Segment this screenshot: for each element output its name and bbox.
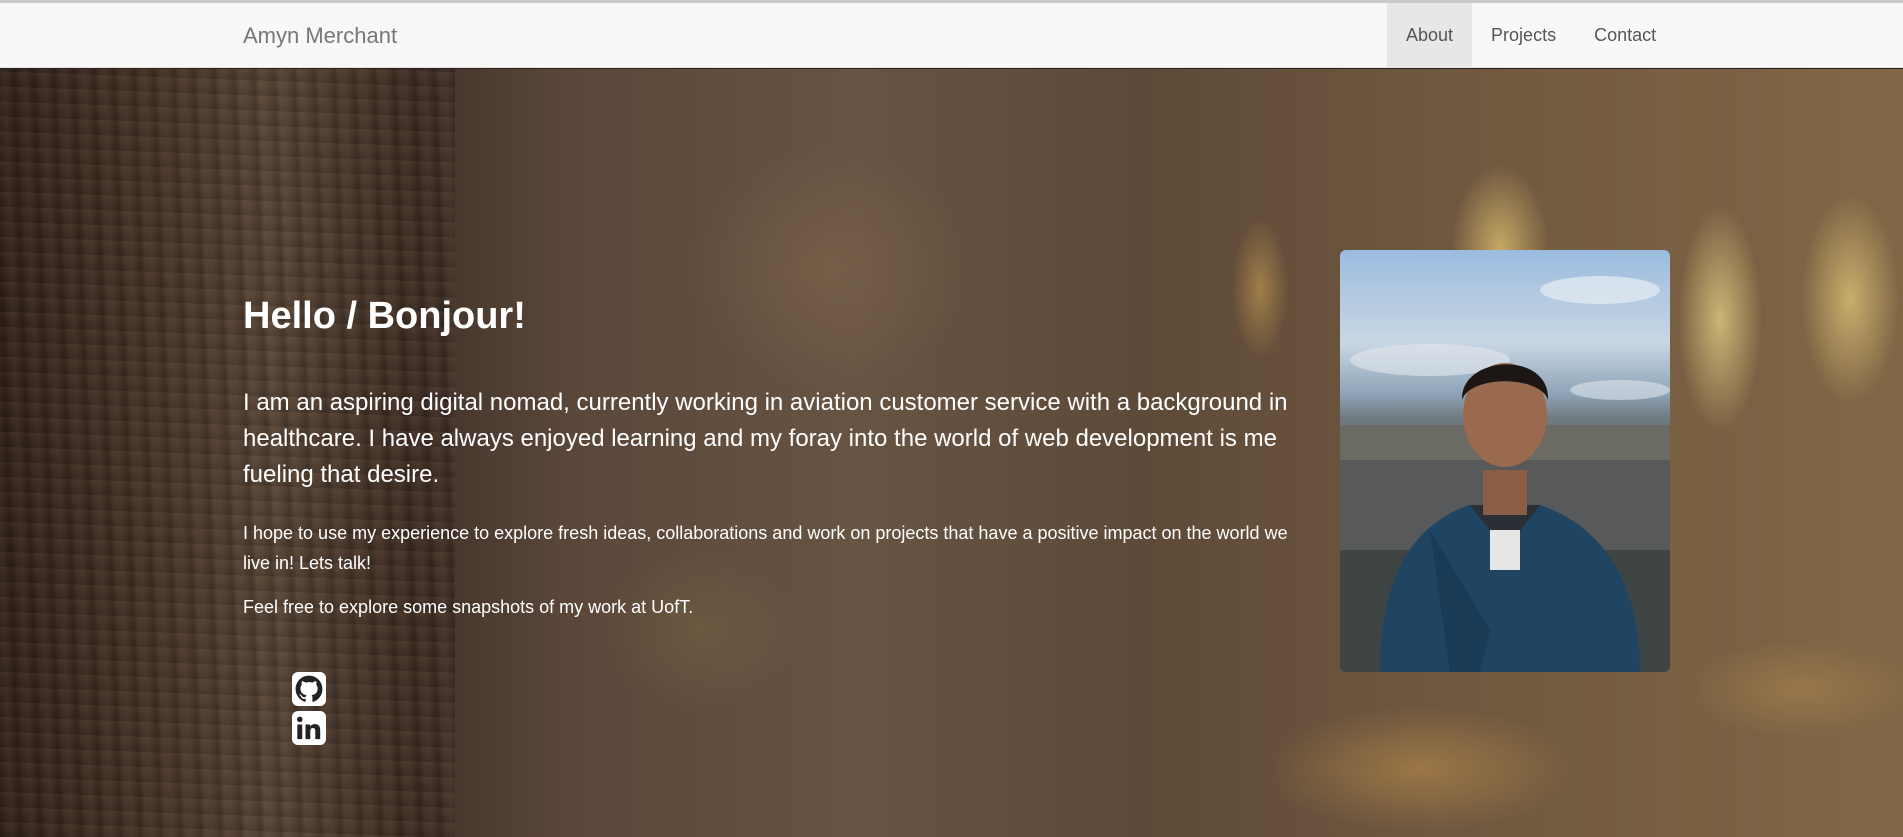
nav-link-projects[interactable]: Projects [1472,3,1575,68]
hero-paragraph: I hope to use my experience to explore f… [243,523,1288,573]
linkedin-link[interactable] [292,711,326,745]
profile-photo [1340,250,1670,672]
hero-heading: Hello / Bonjour! [243,295,526,337]
linkedin-icon [296,716,321,740]
brand-link[interactable]: Amyn Merchant [243,23,397,49]
social-links [292,672,328,750]
hero-paragraph-uoft: Feel free to explore some snapshots of m… [243,597,694,617]
navbar: Amyn Merchant About Projects Contact [0,3,1903,68]
github-link[interactable] [292,672,326,706]
hero-lead-text: I am an aspiring digital nomad, currentl… [243,389,1288,488]
github-icon [295,675,323,702]
hero-section: Hello / Bonjour! I am an aspiring digita… [0,69,1903,837]
nav-link-about[interactable]: About [1387,3,1473,68]
nav-link-contact[interactable]: Contact [1575,3,1675,68]
nav-links: About Projects Contact [1387,3,1675,68]
